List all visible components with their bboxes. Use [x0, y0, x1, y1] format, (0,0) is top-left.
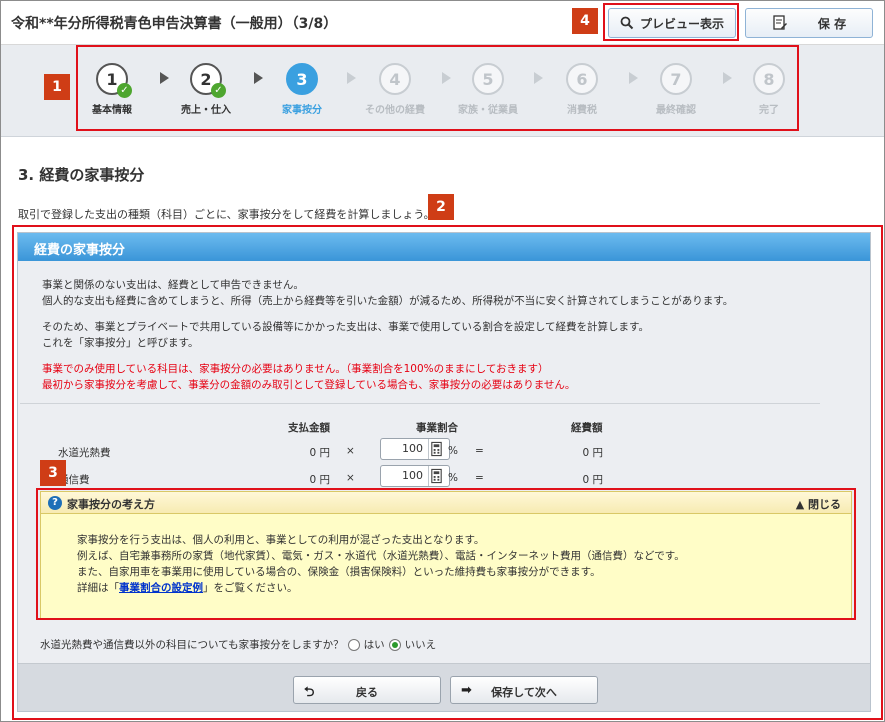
step-progress-bar: 1 ✓ 基本情報 2 ✓ 売上・仕入 3 家事按分 4 その他の経費 5 家族・従業… [1, 45, 884, 137]
calculator-icon[interactable] [428, 466, 444, 486]
step-circle: 5 [472, 63, 504, 95]
annotation-badge-1: 1 [44, 74, 70, 100]
warning-text: 事業でのみ使用している科目は、家事按分の必要はありません。（事業割合を100%の… [42, 363, 549, 375]
amount-value: 0 円 [309, 474, 330, 486]
question-text: 水道光熱費や通信費以外の科目についても家事按分をしますか？ [40, 639, 344, 651]
panel-title: 経費の家事按分 [18, 233, 870, 261]
explanation-text: 個人的な支出も経費に含めてしまうと、所得（売上から経費等を引いた金額）が減るため… [42, 295, 734, 307]
step-circle: 2 ✓ [190, 63, 226, 98]
step-label: 消費税 [567, 105, 597, 116]
step-3[interactable]: 3 家事按分 [267, 63, 337, 116]
home-allocation-panel: 経費の家事按分 事業と関係のない支出は、経費として申告できません。 個人的な支出… [17, 232, 871, 712]
step-7: 7 最終確認 [641, 63, 711, 116]
divider [20, 403, 820, 404]
hint-text: 家事按分を行う支出は、個人の利用と、事業としての利用が混ざった支出となります。 [77, 534, 485, 546]
radio-yes[interactable] [347, 638, 360, 651]
radio-yes-label[interactable]: はい [364, 637, 385, 652]
check-icon: ✓ [117, 83, 132, 98]
expense-value: 0 円 [582, 474, 603, 486]
hint-header[interactable]: ? 家事按分の考え方 ▲ 閉じる [41, 492, 851, 514]
step-label: 家族・従業員 [458, 105, 518, 116]
explanation-text: これを「家事按分」と呼びます。 [42, 337, 199, 349]
hint-close-toggle[interactable]: ▲ 閉じる [796, 496, 841, 512]
step-6: 6 消費税 [547, 63, 617, 116]
times-sign: × [346, 472, 355, 484]
step-arrow-icon [723, 72, 732, 84]
step-2[interactable]: 2 ✓ 売上・仕入 [171, 63, 241, 116]
footer-bar: ⮌ 戻る ➡ 保存して次へ [18, 663, 870, 711]
step-circle: 6 [566, 63, 598, 95]
annotation-badge-2: 2 [428, 194, 454, 220]
step-circle: 7 [660, 63, 692, 95]
save-button[interactable]: 保 存 [745, 8, 873, 38]
question-icon: ? [48, 496, 62, 510]
header-bar: 令和**年分所得税青色申告決算書（一般用）（3/8） プレビュー表示 保 存 [1, 1, 884, 45]
save-document-icon [773, 15, 787, 30]
percent-sign: % [448, 445, 458, 457]
step-arrow-icon [347, 72, 356, 84]
explanation-text: 事業と関係のない支出は、経費として申告できません。 [42, 279, 304, 291]
other-allocation-question: 水道光熱費や通信費以外の科目についても家事按分をしますか？ はい いいえ [40, 637, 436, 652]
equals-sign: = [475, 445, 484, 457]
hint-box: ? 家事按分の考え方 ▲ 閉じる 家事按分を行う支出は、個人の利用と、事業として… [40, 491, 852, 619]
step-circle: 8 [753, 63, 785, 95]
step-arrow-icon [629, 72, 638, 84]
back-button[interactable]: ⮌ 戻る [293, 676, 441, 704]
step-label: 基本情報 [92, 105, 132, 116]
warning-text: 最初から家事按分を考慮して、事業分の金額のみ取引として登録している場合も、家事按… [42, 379, 576, 391]
step-arrow-icon [442, 72, 451, 84]
step-label: 家事按分 [282, 105, 322, 116]
section-title: 3. 経費の家事按分 [18, 166, 145, 184]
percent-sign: % [448, 472, 458, 484]
step-8: 8 完了 [734, 63, 804, 116]
step-circle: 3 [286, 63, 318, 95]
step-arrow-icon [254, 72, 263, 84]
step-label: 完了 [759, 105, 779, 116]
column-header-amount: 支払金額 [288, 422, 330, 434]
page-header-title: 令和**年分所得税青色申告決算書（一般用）（3/8） [11, 16, 338, 32]
save-button-label: 保 存 [817, 16, 847, 31]
detail-link[interactable]: 事業割合の設定例 [119, 582, 203, 594]
search-icon [620, 16, 634, 30]
row-label-utilities: 水道光熱費 [58, 447, 111, 459]
step-label: その他の経費 [365, 105, 425, 116]
step-circle: 1 ✓ [96, 63, 132, 98]
preview-button-label: プレビュー表示 [639, 16, 724, 31]
hint-detail-text: 詳細は「事業割合の設定例」をご覧ください。 [77, 582, 298, 594]
save-and-next-button[interactable]: ➡ 保存して次へ [450, 676, 598, 704]
check-icon: ✓ [211, 83, 226, 98]
step-label: 最終確認 [656, 105, 696, 116]
preview-button[interactable]: プレビュー表示 [608, 8, 736, 38]
equals-sign: = [475, 472, 484, 484]
radio-no-label[interactable]: いいえ [405, 637, 437, 652]
step-circle: 4 [379, 63, 411, 95]
hint-title: 家事按分の考え方 [67, 498, 155, 511]
hint-text: 例えば、自宅兼事務所の家賃（地代家賃）、電気・ガス・水道代（水道光熱費）、電話・… [77, 550, 685, 562]
column-header-expense: 経費額 [571, 422, 603, 434]
radio-no[interactable] [388, 638, 401, 651]
step-arrow-icon [534, 72, 543, 84]
step-1[interactable]: 1 ✓ 基本情報 [77, 63, 147, 116]
calculator-icon[interactable] [428, 439, 444, 459]
annotation-badge-3: 3 [40, 460, 66, 486]
hint-text: また、自家用車を事業用に使用している場合の、保険金（損害保険料）といった維持費も… [77, 566, 601, 578]
step-arrow-icon [160, 72, 169, 84]
step-5: 5 家族・従業員 [453, 63, 523, 116]
step-label: 売上・仕入 [181, 105, 231, 116]
amount-value: 0 円 [309, 447, 330, 459]
intro-text: 取引で登録した支出の種類（科目）ごとに、家事按分をして経費を計算しましょう。 [18, 208, 435, 221]
times-sign: × [346, 445, 355, 457]
explanation-text: そのため、事業とプライベートで共用している設備等にかかった支出は、事業で使用して… [42, 321, 650, 333]
expense-value: 0 円 [582, 447, 603, 459]
step-4: 4 その他の経費 [360, 63, 430, 116]
annotation-badge-4: 4 [572, 8, 598, 34]
column-header-ratio: 事業割合 [416, 422, 458, 434]
